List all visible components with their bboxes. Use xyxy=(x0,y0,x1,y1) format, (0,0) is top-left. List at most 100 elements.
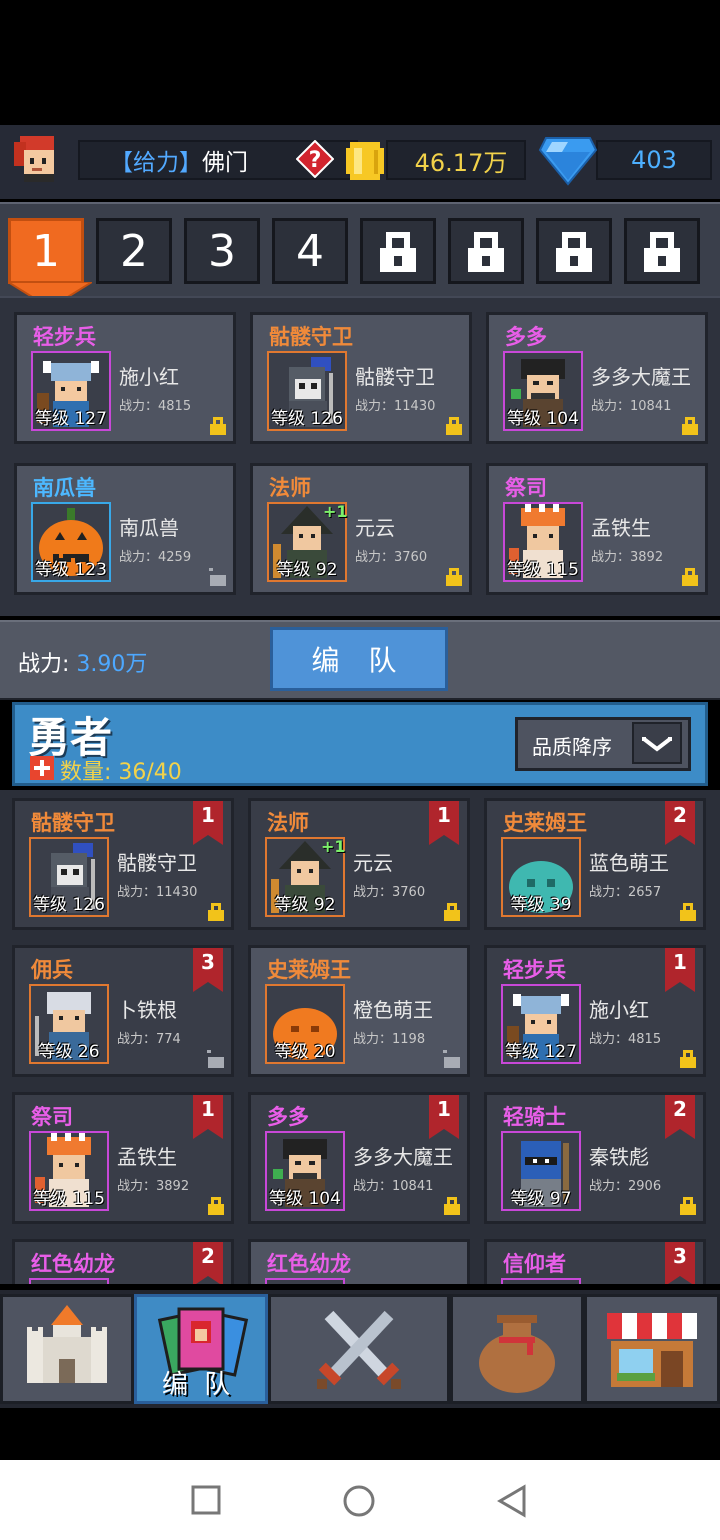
hero-class: 祭司 xyxy=(31,1105,73,1129)
squad-slot-3[interactable]: 多多 等级 104 多多大魔王 战力：10841 xyxy=(486,312,708,444)
shop-icon xyxy=(607,1313,697,1387)
hero-level: 等级 127 xyxy=(35,409,107,429)
nav-bag[interactable] xyxy=(450,1294,584,1404)
rank-number: 3 xyxy=(201,950,215,974)
hero-class: 法师 xyxy=(269,476,311,500)
hero-level: 等级 26 xyxy=(38,1042,100,1062)
team-tab-6[interactable] xyxy=(448,218,524,284)
squad-slot-4[interactable]: 南瓜兽 等级 123 南瓜兽 战力：4259 xyxy=(14,463,236,595)
hero-class: 红色幼龙 xyxy=(267,1252,351,1276)
lock-icon[interactable] xyxy=(445,415,463,435)
hero-portrait: 等级 126 xyxy=(29,837,109,917)
back-icon[interactable] xyxy=(496,1484,528,1518)
help-icon[interactable]: ? xyxy=(296,140,334,178)
formation-button[interactable]: 编 队 xyxy=(270,627,448,691)
hero-portrait xyxy=(501,1278,581,1284)
team-tab-label: 2 xyxy=(120,225,148,277)
hero-class: 骷髅守卫 xyxy=(269,325,353,349)
lock-icon[interactable] xyxy=(679,1195,697,1215)
hero-name: 施小红 xyxy=(119,365,179,389)
sort-toggle[interactable] xyxy=(632,722,682,764)
team-power: 战力: 3.90万 xyxy=(18,646,147,678)
rank-number: 1 xyxy=(201,1097,215,1121)
team-tab-2[interactable]: 2 xyxy=(96,218,172,284)
rank-number: 1 xyxy=(673,950,687,974)
team-tab-label: 4 xyxy=(296,225,324,277)
hero-name: 多多大魔王 xyxy=(353,1145,453,1169)
team-power-label: 战力: xyxy=(18,652,70,677)
hero-list[interactable]: 骷髅守卫 等级 126 骷髅守卫 战力：11430 1 法师 等级 92 +1 元云 战力… xyxy=(0,790,720,1284)
team-tab-8[interactable] xyxy=(624,218,700,284)
lock-icon[interactable] xyxy=(679,901,697,921)
hero-card[interactable]: 轻步兵 等级 127 施小红 战力：4815 1 xyxy=(484,945,706,1077)
squad-slot-1[interactable]: 轻步兵 等级 127 施小红 战力：4815 xyxy=(14,312,236,444)
lock-icon[interactable] xyxy=(681,415,699,435)
hero-power: 战力：4259 xyxy=(119,550,192,565)
hero-name: 施小红 xyxy=(589,998,649,1022)
hero-card[interactable]: 骷髅守卫 等级 126 骷髅守卫 战力：11430 1 xyxy=(12,798,234,930)
hero-portrait: 等级 127 xyxy=(501,984,581,1064)
team-tab-4[interactable]: 4 xyxy=(272,218,348,284)
unlocked-icon[interactable] xyxy=(207,1048,225,1068)
team-tab-1[interactable]: 1 xyxy=(8,218,84,284)
hero-class: 祭司 xyxy=(505,476,547,500)
hero-name: 秦铁彪 xyxy=(589,1145,649,1169)
lock-icon[interactable] xyxy=(681,566,699,586)
hero-name: 元云 xyxy=(355,516,395,540)
hero-name: 孟铁生 xyxy=(117,1145,177,1169)
hero-card[interactable]: 信仰者 3 xyxy=(484,1239,706,1284)
hero-class: 史莱姆王 xyxy=(267,958,351,982)
team-tab-3[interactable]: 3 xyxy=(184,218,260,284)
hero-card[interactable]: 多多 等级 104 多多大魔王 战力：10841 1 xyxy=(248,1092,470,1224)
lock-icon[interactable] xyxy=(443,1195,461,1215)
squad-slot-5[interactable]: 法师 等级 92 +1 元云 战力：3760 xyxy=(250,463,472,595)
lock-icon[interactable] xyxy=(209,415,227,435)
hero-power: 战力：2657 xyxy=(589,885,662,900)
hero-card[interactable]: 法师 等级 92 +1 元云 战力：3760 1 xyxy=(248,798,470,930)
hero-name: 多多大魔王 xyxy=(591,365,691,389)
lock-icon[interactable] xyxy=(207,1195,225,1215)
hero-card[interactable]: 红色幼龙 xyxy=(248,1239,470,1284)
hero-portrait xyxy=(29,1278,109,1284)
squad-slot-2[interactable]: 骷髅守卫 等级 126 骷髅守卫 战力：11430 xyxy=(250,312,472,444)
lock-icon[interactable] xyxy=(679,1048,697,1068)
lock-icon xyxy=(380,232,416,272)
expand-capacity-icon[interactable] xyxy=(30,756,54,780)
player-avatar[interactable] xyxy=(10,132,64,182)
nav-formation-label: 编 队 xyxy=(162,1370,235,1400)
hero-card[interactable]: 史莱姆王 等级 39 蓝色萌王 战力：2657 2 xyxy=(484,798,706,930)
hero-level: 等级 39 xyxy=(510,895,572,915)
hero-level: 等级 20 xyxy=(274,1042,336,1062)
lock-icon[interactable] xyxy=(445,566,463,586)
lock-icon[interactable] xyxy=(207,901,225,921)
squad-slot-6[interactable]: 祭司 等级 115 孟铁生 战力：3892 xyxy=(486,463,708,595)
hero-portrait: 等级 115 xyxy=(503,502,583,582)
hero-portrait: 等级 104 xyxy=(503,351,583,431)
team-tab-7[interactable] xyxy=(536,218,612,284)
hero-card[interactable]: 红色幼龙 2 xyxy=(12,1239,234,1284)
rank-number: 3 xyxy=(673,1244,687,1268)
hero-card[interactable]: 祭司 等级 115 孟铁生战力：3892 1 xyxy=(12,1092,234,1224)
hero-level: 等级 126 xyxy=(271,409,343,429)
hero-level: 等级 123 xyxy=(35,560,107,580)
unlocked-icon[interactable] xyxy=(443,1048,461,1068)
hero-power: 战力：3892 xyxy=(117,1179,190,1194)
hero-power: 战力：2906 xyxy=(589,1179,662,1194)
lock-icon[interactable] xyxy=(443,901,461,921)
hero-class: 轻步兵 xyxy=(33,325,96,349)
nav-castle[interactable] xyxy=(0,1294,134,1404)
nav-shop[interactable] xyxy=(584,1294,720,1404)
nav-battle[interactable] xyxy=(268,1294,450,1404)
hero-level: 等级 115 xyxy=(33,1189,105,1209)
unlocked-icon[interactable] xyxy=(209,566,227,586)
hero-card[interactable]: 史莱姆王 等级 20 橙色萌王 战力：1198 xyxy=(248,945,470,1077)
lock-icon xyxy=(556,232,592,272)
home-icon[interactable] xyxy=(342,1484,376,1518)
hero-class: 佣兵 xyxy=(31,958,73,982)
hero-level: 等级 97 xyxy=(510,1189,572,1209)
recent-apps-icon[interactable] xyxy=(190,1484,222,1516)
team-tab-5[interactable] xyxy=(360,218,436,284)
hero-portrait: 等级 126 xyxy=(267,351,347,431)
hero-card[interactable]: 佣兵 等级 26 卜铁根 战力：774 3 xyxy=(12,945,234,1077)
hero-card[interactable]: 轻骑士 等级 97 秦铁彪 战力：2906 2 xyxy=(484,1092,706,1224)
